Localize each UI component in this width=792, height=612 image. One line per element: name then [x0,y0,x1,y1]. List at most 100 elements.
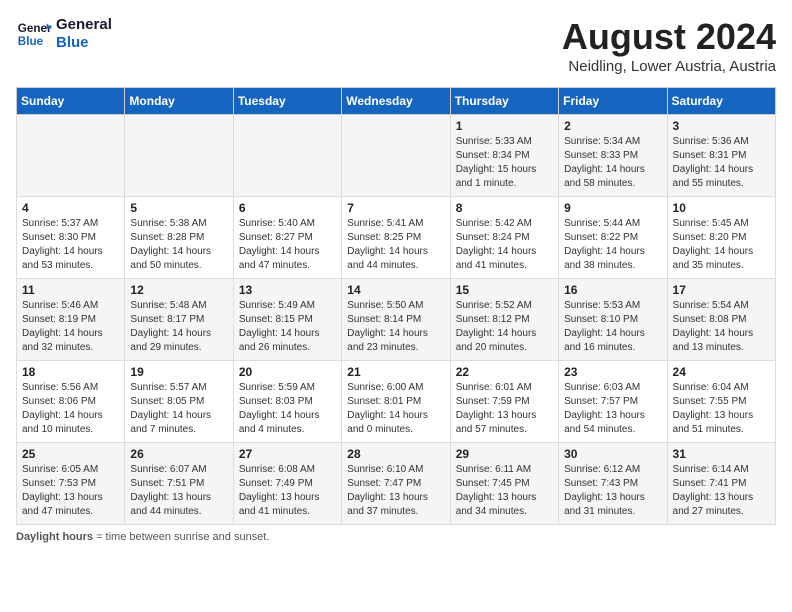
day-number: 22 [456,365,553,379]
day-number: 6 [239,201,336,215]
day-number: 15 [456,283,553,297]
day-number: 21 [347,365,444,379]
day-info: Sunrise: 5:44 AM Sunset: 8:22 PM Dayligh… [564,217,661,273]
calendar-cell: 25 Sunrise: 6:05 AM Sunset: 7:53 PM Dayli… [17,443,125,525]
calendar-cell: 17 Sunrise: 5:54 AM Sunset: 8:08 PM Dayli… [667,279,775,361]
calendar-cell: 15Sunrise: 5:52 AM Sunset: 8:12 PM Dayli… [450,279,558,361]
header-day-wednesday: Wednesday [342,88,450,115]
day-number: 26 [130,447,227,461]
day-info: Sunrise: 5:34 AM Sunset: 8:33 PM Dayligh… [564,135,661,191]
day-number: 25 [22,447,119,461]
title-area: August 2024 Neidling, Lower Austria, Aus… [562,16,776,75]
calendar-header: SundayMondayTuesdayWednesdayThursdayFrid… [17,88,776,115]
week-row-3: 11 Sunrise: 5:46 AM Sunset: 8:19 PM Dayli… [17,279,776,361]
day-number: 29 [456,447,553,461]
day-number: 18 [22,365,119,379]
calendar-cell: 2Sunrise: 5:34 AM Sunset: 8:33 PM Daylig… [559,115,667,197]
day-number: 24 [673,365,770,379]
calendar-cell: 7Sunrise: 5:41 AM Sunset: 8:25 PM Daylig… [342,197,450,279]
day-info: Sunrise: 5:40 AM Sunset: 8:27 PM Dayligh… [239,217,336,273]
calendar-table: SundayMondayTuesdayWednesdayThursdayFrid… [16,87,776,525]
calendar-cell: 4 Sunrise: 5:37 AM Sunset: 8:30 PM Daylig… [17,197,125,279]
day-info: Sunrise: 5:49 AM Sunset: 8:15 PM Dayligh… [239,299,336,355]
calendar-cell: 8Sunrise: 5:42 AM Sunset: 8:24 PM Daylig… [450,197,558,279]
footer-label: Daylight hours [16,531,93,543]
day-info: Sunrise: 6:03 AM Sunset: 7:57 PM Dayligh… [564,381,661,437]
calendar-cell: 21 Sunrise: 6:00 AM Sunset: 8:01 PM Dayli… [342,361,450,443]
day-number: 1 [456,119,553,133]
day-info: Sunrise: 5:46 AM Sunset: 8:19 PM Dayligh… [22,299,119,355]
header-day-sunday: Sunday [17,88,125,115]
day-number: 23 [564,365,661,379]
logo-line1: General [56,16,112,34]
page-header: General Blue General Blue August 2024 Ne… [16,16,776,75]
day-number: 16 [564,283,661,297]
day-number: 27 [239,447,336,461]
calendar-cell: 24 Sunrise: 6:04 AM Sunset: 7:55 PM Dayli… [667,361,775,443]
svg-text:Blue: Blue [18,35,44,48]
calendar-cell [342,115,450,197]
day-number: 3 [673,119,770,133]
day-number: 12 [130,283,227,297]
calendar-cell: 20 Sunrise: 5:59 AM Sunset: 8:03 PM Dayli… [233,361,341,443]
calendar-cell: 19 Sunrise: 5:57 AM Sunset: 8:05 PM Dayli… [125,361,233,443]
calendar-cell [233,115,341,197]
day-info: Sunrise: 6:01 AM Sunset: 7:59 PM Dayligh… [456,381,553,437]
calendar-cell: 27 Sunrise: 6:08 AM Sunset: 7:49 PM Dayli… [233,443,341,525]
day-number: 11 [22,283,119,297]
day-info: Sunrise: 6:10 AM Sunset: 7:47 PM Dayligh… [347,463,444,519]
day-info: Sunrise: 5:33 AM Sunset: 8:34 PM Dayligh… [456,135,553,191]
day-info: Sunrise: 5:45 AM Sunset: 8:20 PM Dayligh… [673,217,770,273]
day-info: Sunrise: 6:08 AM Sunset: 7:49 PM Dayligh… [239,463,336,519]
footer-note: Daylight hours = time between sunrise an… [16,531,776,543]
calendar-cell: 1 Sunrise: 5:33 AM Sunset: 8:34 PM Daylig… [450,115,558,197]
calendar-cell: 13 Sunrise: 5:49 AM Sunset: 8:15 PM Dayli… [233,279,341,361]
calendar-cell: 31Sunrise: 6:14 AM Sunset: 7:41 PM Dayli… [667,443,775,525]
calendar-cell: 11 Sunrise: 5:46 AM Sunset: 8:19 PM Dayli… [17,279,125,361]
day-info: Sunrise: 5:48 AM Sunset: 8:17 PM Dayligh… [130,299,227,355]
day-info: Sunrise: 6:04 AM Sunset: 7:55 PM Dayligh… [673,381,770,437]
day-info: Sunrise: 5:59 AM Sunset: 8:03 PM Dayligh… [239,381,336,437]
calendar-cell: 16Sunrise: 5:53 AM Sunset: 8:10 PM Dayli… [559,279,667,361]
day-info: Sunrise: 5:57 AM Sunset: 8:05 PM Dayligh… [130,381,227,437]
day-number: 7 [347,201,444,215]
calendar-cell: 9 Sunrise: 5:44 AM Sunset: 8:22 PM Daylig… [559,197,667,279]
week-row-2: 4 Sunrise: 5:37 AM Sunset: 8:30 PM Daylig… [17,197,776,279]
day-number: 30 [564,447,661,461]
day-info: Sunrise: 6:11 AM Sunset: 7:45 PM Dayligh… [456,463,553,519]
calendar-cell [125,115,233,197]
day-number: 4 [22,201,119,215]
day-number: 13 [239,283,336,297]
calendar-cell: 29 Sunrise: 6:11 AM Sunset: 7:45 PM Dayli… [450,443,558,525]
day-info: Sunrise: 5:54 AM Sunset: 8:08 PM Dayligh… [673,299,770,355]
day-number: 8 [456,201,553,215]
day-number: 9 [564,201,661,215]
calendar-cell: 22 Sunrise: 6:01 AM Sunset: 7:59 PM Dayli… [450,361,558,443]
day-number: 20 [239,365,336,379]
calendar-cell: 12 Sunrise: 5:48 AM Sunset: 8:17 PM Dayli… [125,279,233,361]
day-info: Sunrise: 5:56 AM Sunset: 8:06 PM Dayligh… [22,381,119,437]
day-info: Sunrise: 5:50 AM Sunset: 8:14 PM Dayligh… [347,299,444,355]
header-day-tuesday: Tuesday [233,88,341,115]
day-info: Sunrise: 6:00 AM Sunset: 8:01 PM Dayligh… [347,381,444,437]
day-info: Sunrise: 6:07 AM Sunset: 7:51 PM Dayligh… [130,463,227,519]
calendar-cell [17,115,125,197]
day-number: 17 [673,283,770,297]
day-number: 19 [130,365,227,379]
day-number: 14 [347,283,444,297]
day-number: 28 [347,447,444,461]
day-info: Sunrise: 5:36 AM Sunset: 8:31 PM Dayligh… [673,135,770,191]
day-info: Sunrise: 6:14 AM Sunset: 7:41 PM Dayligh… [673,463,770,519]
calendar-cell: 26 Sunrise: 6:07 AM Sunset: 7:51 PM Dayli… [125,443,233,525]
week-row-5: 25 Sunrise: 6:05 AM Sunset: 7:53 PM Dayli… [17,443,776,525]
day-number: 10 [673,201,770,215]
day-info: Sunrise: 5:38 AM Sunset: 8:28 PM Dayligh… [130,217,227,273]
day-info: Sunrise: 6:05 AM Sunset: 7:53 PM Dayligh… [22,463,119,519]
calendar-cell: 30Sunrise: 6:12 AM Sunset: 7:43 PM Dayli… [559,443,667,525]
header-day-friday: Friday [559,88,667,115]
calendar-cell: 28 Sunrise: 6:10 AM Sunset: 7:47 PM Dayli… [342,443,450,525]
calendar-cell: 23 Sunrise: 6:03 AM Sunset: 7:57 PM Dayli… [559,361,667,443]
day-info: Sunrise: 5:37 AM Sunset: 8:30 PM Dayligh… [22,217,119,273]
calendar-cell: 18 Sunrise: 5:56 AM Sunset: 8:06 PM Dayli… [17,361,125,443]
week-row-1: 1 Sunrise: 5:33 AM Sunset: 8:34 PM Daylig… [17,115,776,197]
